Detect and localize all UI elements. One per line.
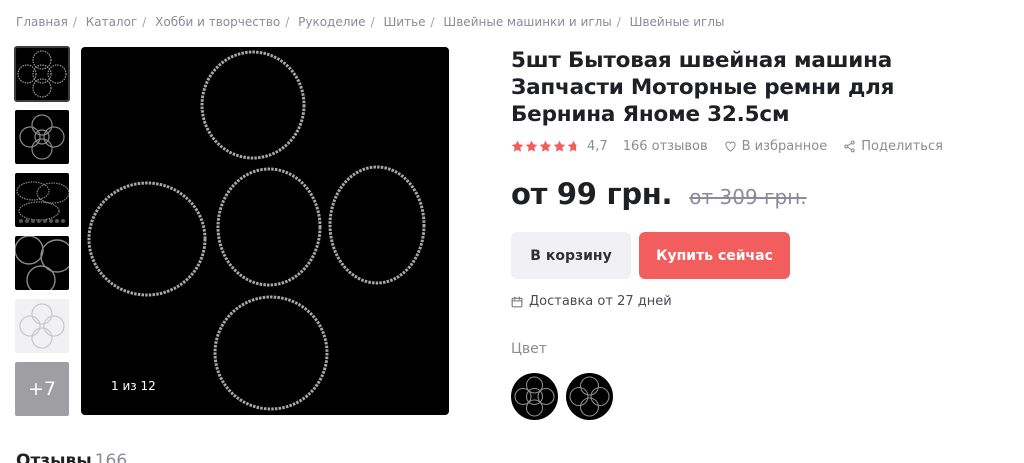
buy-now-button[interactable]: Купить сейчас — [639, 232, 790, 279]
breadcrumb-item-home[interactable]: Главная — [16, 15, 68, 29]
add-to-cart-button[interactable]: В корзину — [511, 232, 631, 279]
heart-icon — [725, 141, 736, 152]
belts-image — [514, 376, 555, 417]
action-buttons: В корзину Купить сейчас — [511, 232, 991, 279]
share-button[interactable]: Поделиться — [843, 139, 943, 154]
image-counter: 1 из 12 — [111, 379, 156, 393]
breadcrumb-separator: / — [142, 15, 147, 29]
belts-image — [15, 236, 69, 290]
breadcrumb-separator: / — [430, 15, 435, 29]
breadcrumb-item-sewing[interactable]: Шитье — [383, 15, 425, 29]
star-icon — [553, 140, 566, 152]
rating-stars — [511, 140, 580, 153]
delivery-text: Доставка от 27 дней — [529, 294, 672, 309]
color-swatch-1[interactable] — [511, 373, 558, 420]
star-icon — [539, 140, 552, 152]
belts-image — [87, 50, 426, 411]
breadcrumb-item-needles[interactable]: Швейные иглы — [630, 15, 725, 29]
thumbnail-1[interactable] — [14, 46, 70, 102]
breadcrumb-separator: / — [72, 15, 77, 29]
breadcrumb-separator: / — [285, 15, 290, 29]
belts-image — [17, 50, 67, 98]
thumbnail-3[interactable] — [15, 173, 69, 227]
calendar-icon — [511, 296, 523, 307]
color-swatches — [511, 373, 991, 420]
breadcrumb-separator: / — [616, 15, 621, 29]
old-price: от 309 грн. — [689, 185, 807, 209]
reviews-heading-title: Отзывы — [16, 451, 92, 463]
favorite-label: В избранное — [741, 138, 828, 154]
current-price: от 99 грн. — [511, 177, 673, 211]
reviews-heading: Отзывы 166 — [16, 451, 127, 463]
thumbnail-list: +7 — [14, 46, 70, 425]
price-block: от 99 грн. от 309 грн. — [511, 177, 991, 211]
favorite-button[interactable]: В избранное — [724, 138, 828, 154]
color-swatch-2[interactable] — [566, 373, 613, 420]
share-label: Поделиться — [861, 138, 943, 154]
product-title: 5шт Бытовая швейная машина Запчасти Мото… — [511, 48, 895, 127]
color-label: Цвет — [511, 341, 547, 357]
belts-image — [16, 181, 69, 223]
rating-value: 4,7 — [587, 138, 608, 154]
thumbnail-2[interactable] — [15, 110, 69, 164]
breadcrumb: Главная / Каталог / Хобби и творчество / Ру… — [16, 15, 725, 29]
reviews-heading-count: 166 — [94, 451, 128, 463]
breadcrumb-separator: / — [370, 15, 375, 29]
share-icon — [844, 140, 855, 152]
thumbnail-5[interactable] — [15, 299, 69, 353]
thumbnail-more[interactable]: +7 — [15, 362, 69, 416]
reviews-link[interactable]: 166 отзывов — [623, 139, 708, 154]
breadcrumb-item-handicraft[interactable]: Рукоделие — [298, 15, 365, 29]
main-product-image[interactable]: 1 из 12 — [81, 47, 449, 415]
thumbnail-4[interactable] — [15, 236, 69, 290]
breadcrumb-item-catalog[interactable]: Каталог — [86, 15, 138, 29]
star-icon — [525, 140, 538, 152]
product-meta: 4,7 166 отзывов В избранное Поделиться — [511, 137, 991, 155]
belts-image — [569, 376, 610, 417]
more-count: +7 — [27, 378, 56, 400]
delivery-info: Доставка от 27 дней — [511, 294, 991, 309]
breadcrumb-item-hobby[interactable]: Хобби и творчество — [155, 15, 280, 29]
breadcrumb-item-sewing-machines[interactable]: Швейные машинки и иглы — [443, 15, 611, 29]
star-half-icon — [567, 140, 580, 152]
star-icon — [511, 140, 524, 152]
belts-image — [19, 114, 65, 160]
product-info: 5шт Бытовая швейная машина Запчасти Мото… — [511, 47, 991, 420]
belts-image — [19, 303, 65, 349]
